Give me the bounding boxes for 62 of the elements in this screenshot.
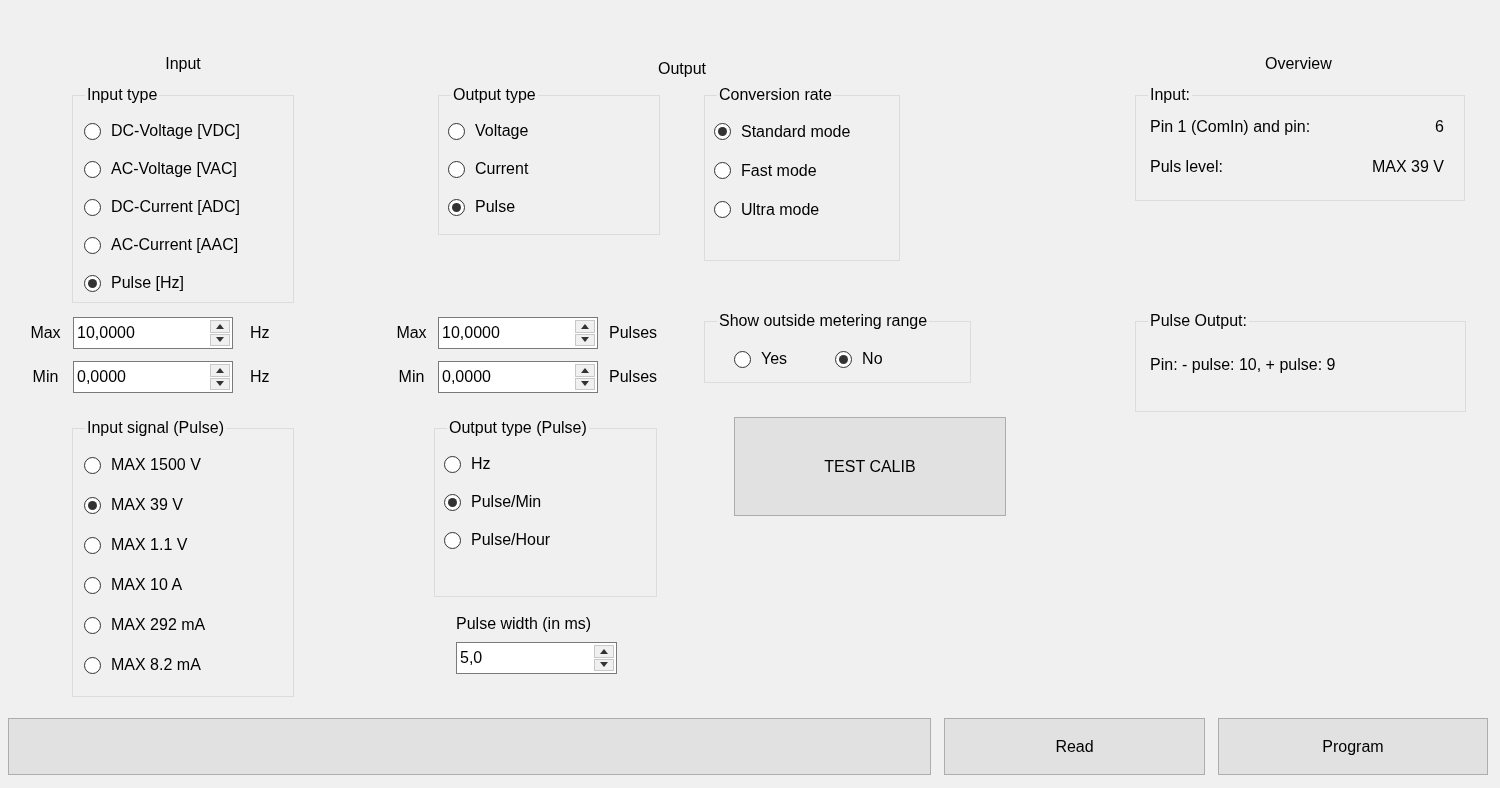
unit-label: Pulses [609, 324, 658, 342]
radio-option[interactable]: MAX 39 V [84, 485, 184, 525]
radio-option[interactable]: Yes [734, 350, 788, 368]
radio-option[interactable]: MAX 8.2 mA [84, 645, 201, 685]
radio-option[interactable]: No [835, 350, 883, 368]
decrement-button[interactable] [594, 658, 614, 671]
unit-label: Pulses [609, 368, 658, 386]
section-title: Input [164, 54, 202, 74]
action-button[interactable]: Program [1218, 718, 1488, 775]
number-field[interactable]: 0,0000 [73, 361, 233, 393]
number-input[interactable]: 10,0000 [439, 318, 575, 348]
decrement-button[interactable] [575, 377, 595, 390]
radio-option[interactable]: DC-Voltage [VDC] [84, 112, 240, 150]
number-input[interactable]: 0,0000 [439, 362, 575, 392]
number-field[interactable]: 0,0000 [438, 361, 598, 393]
field-label: Min [397, 368, 426, 386]
field-label: Max [29, 324, 62, 342]
radio-option[interactable]: Ultra mode [714, 190, 820, 229]
number-field[interactable]: 5,0 [456, 642, 617, 674]
decrement-button[interactable] [210, 377, 230, 390]
section-title: Overview [1265, 54, 1332, 74]
increment-button[interactable] [210, 364, 230, 377]
unit-label: Hz [250, 368, 270, 386]
radio-option[interactable]: AC-Voltage [VAC] [84, 150, 237, 188]
increment-button[interactable] [575, 320, 595, 333]
section-title: Output [658, 59, 707, 76]
info-value: 6 [1435, 118, 1444, 136]
number-field[interactable]: 10,0000 [438, 317, 598, 349]
number-field[interactable]: 10,0000 [73, 317, 233, 349]
decrement-button[interactable] [575, 333, 595, 346]
number-input[interactable]: 5,0 [457, 643, 594, 673]
radio-option[interactable]: MAX 1.1 V [84, 525, 188, 565]
radio-option[interactable]: Current [448, 150, 529, 188]
field-label: Max [395, 324, 428, 342]
increment-button[interactable] [575, 364, 595, 377]
info-value: MAX 39 V [1371, 158, 1444, 176]
info-label: Puls level: [1150, 158, 1223, 176]
radio-option[interactable]: Pulse/Min [444, 483, 542, 521]
pin-info-text: Pin: - pulse: 10, + pulse: 9 [1150, 356, 1336, 373]
info-label: Pin 1 (ComIn) and pin: [1150, 118, 1311, 136]
test-calib-button[interactable]: TEST CALIB [734, 417, 1006, 516]
radio-option[interactable]: Pulse/Hour [444, 521, 551, 559]
radio-option[interactable]: Hz [444, 445, 491, 483]
radio-option[interactable]: MAX 292 mA [84, 605, 206, 645]
radio-option[interactable]: MAX 1500 V [84, 445, 201, 485]
number-input[interactable]: 0,0000 [74, 362, 210, 392]
radio-option[interactable]: MAX 10 A [84, 565, 183, 605]
radio-option[interactable]: Pulse [Hz] [84, 264, 184, 302]
radio-option[interactable]: Pulse [448, 188, 516, 226]
radio-option[interactable]: DC-Current [ADC] [84, 188, 240, 226]
number-input[interactable]: 10,0000 [74, 318, 210, 348]
radio-option[interactable]: Fast mode [714, 151, 817, 190]
decrement-button[interactable] [210, 333, 230, 346]
field-label: Pulse width (in ms) [456, 614, 592, 634]
increment-button[interactable] [210, 320, 230, 333]
radio-option[interactable]: Standard mode [714, 112, 851, 151]
action-button[interactable]: Read [944, 718, 1205, 775]
radio-option[interactable]: Voltage [448, 112, 529, 150]
unit-label: Hz [250, 324, 270, 342]
field-label: Min [31, 368, 60, 386]
increment-button[interactable] [594, 645, 614, 658]
radio-option[interactable]: AC-Current [AAC] [84, 226, 239, 264]
